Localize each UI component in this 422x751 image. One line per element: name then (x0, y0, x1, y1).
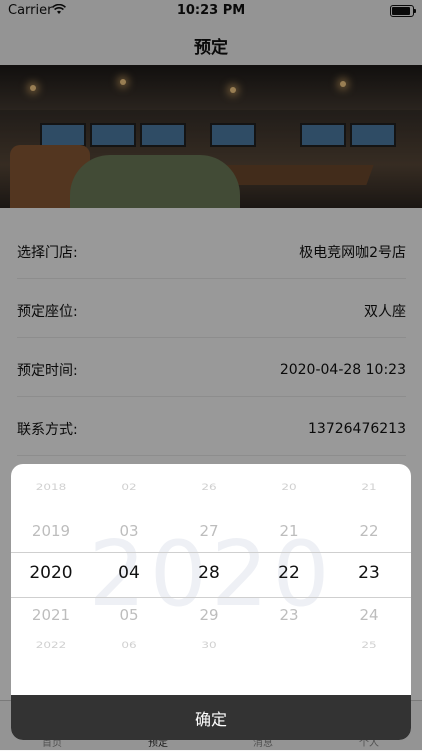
hour-option: 23 (279, 606, 299, 624)
minute-option: 22 (359, 522, 379, 540)
month-option: 03 (119, 522, 139, 540)
year-selected: 2020 (29, 563, 73, 583)
date-picker-sheet: 2020 2018 2019 2020 2021 2022 02 03 04 0… (11, 464, 411, 740)
minute-selected: 23 (358, 563, 380, 583)
year-option: 2019 (31, 522, 71, 540)
hour-option: 21 (279, 522, 299, 540)
minute-option: 24 (359, 606, 379, 624)
year-option: 2022 (35, 639, 67, 651)
year-option: 2018 (35, 481, 67, 493)
day-option: 26 (201, 481, 217, 493)
day-option: 30 (201, 639, 217, 651)
hour-selected: 22 (278, 563, 300, 583)
minute-option: 25 (361, 639, 377, 651)
hour-option: 20 (281, 481, 297, 493)
month-option: 06 (121, 639, 137, 651)
confirm-button[interactable]: 确定 (11, 695, 411, 740)
date-time-picker[interactable]: 2020 2018 2019 2020 2021 2022 02 03 04 0… (11, 464, 411, 695)
year-option: 2021 (31, 606, 71, 624)
day-option: 27 (199, 522, 219, 540)
month-option: 02 (121, 481, 137, 493)
minute-wheel[interactable]: 21 22 23 24 25 (329, 464, 409, 695)
minute-option: 21 (361, 481, 377, 493)
day-selected: 28 (198, 563, 220, 583)
year-wheel[interactable]: 2018 2019 2020 2021 2022 (11, 464, 91, 695)
month-wheel[interactable]: 02 03 04 05 06 (89, 464, 169, 695)
month-selected: 04 (118, 563, 140, 583)
hour-wheel[interactable]: 20 21 22 23 (249, 464, 329, 695)
day-option: 29 (199, 606, 219, 624)
day-wheel[interactable]: 26 27 28 29 30 (169, 464, 249, 695)
month-option: 05 (119, 606, 139, 624)
